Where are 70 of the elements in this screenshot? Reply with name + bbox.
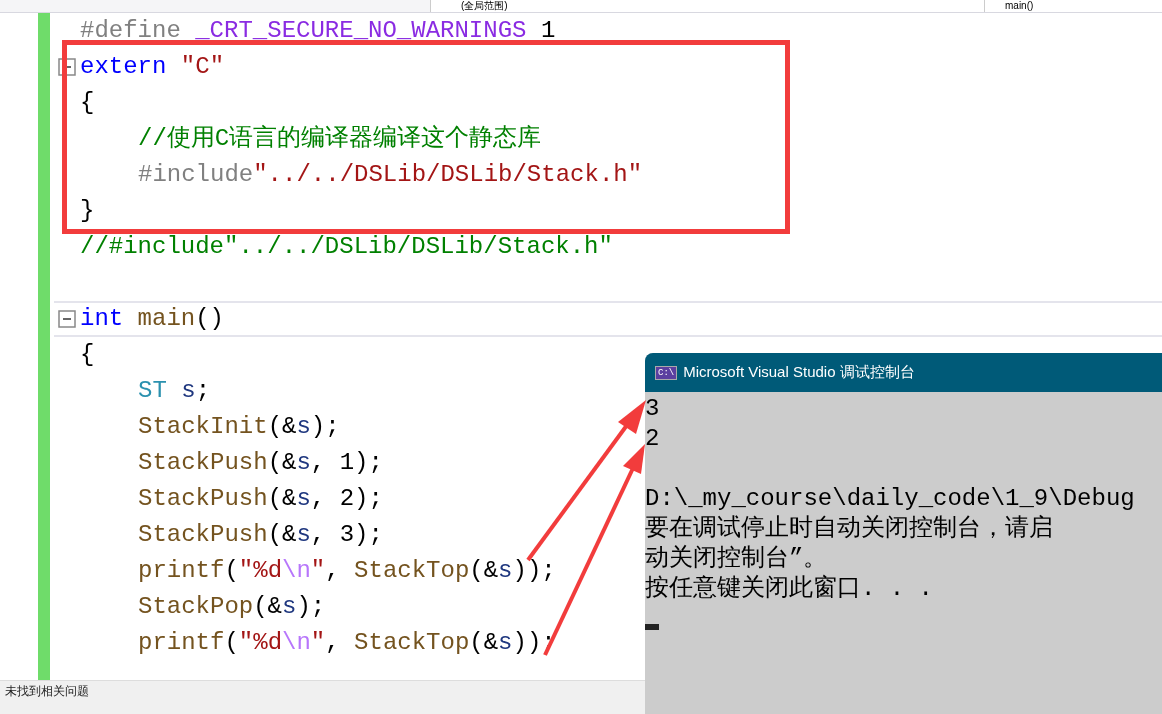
- code-token: //使用C语言的编译器编译这个静态库: [138, 124, 542, 154]
- code-token: }: [80, 196, 95, 226]
- code-token: \n: [282, 628, 311, 658]
- code-token: (&: [469, 628, 499, 658]
- code-token: ;: [195, 376, 211, 406]
- code-token: s: [296, 448, 311, 478]
- collapse-icon[interactable]: [58, 310, 76, 328]
- code-token: (: [224, 556, 239, 586]
- status-message: 未找到相关问题: [4, 683, 89, 700]
- code-token: int: [80, 304, 125, 334]
- scope-dropdown[interactable]: (全局范围): [430, 0, 985, 12]
- code-token: "../../DSLib/DSLib/Stack.h": [253, 160, 643, 190]
- code-token: //#include"../../DSLib/DSLib/Stack.h": [80, 232, 613, 262]
- code-token: printf: [138, 556, 225, 586]
- code-token: "%d: [238, 556, 283, 586]
- code-token: {: [80, 340, 95, 370]
- code-token: "%d: [238, 628, 283, 658]
- code-token: (&: [267, 484, 297, 514]
- code-token: s: [296, 412, 311, 442]
- code-token: s: [296, 520, 311, 550]
- code-token: s: [282, 592, 297, 622]
- console-line: 3: [645, 394, 660, 424]
- code-token: ));: [512, 556, 556, 586]
- code-token: (&: [253, 592, 283, 622]
- text-cursor: [645, 624, 659, 630]
- code-token: (&: [469, 556, 499, 586]
- code-token: ,: [325, 628, 341, 658]
- console-line: 按任意键关闭此窗口. . .: [645, 574, 933, 604]
- code-token: _CRT_SECURE_NO_WARNINGS: [195, 16, 527, 46]
- code-token: s: [296, 484, 311, 514]
- code-token: StackInit: [138, 412, 268, 442]
- code-token: \n: [282, 556, 311, 586]
- console-app-icon: C:\: [655, 365, 678, 380]
- code-token: extern: [80, 52, 168, 82]
- code-token: #include: [138, 160, 254, 190]
- code-token: ": [310, 628, 326, 658]
- code-token: "C": [180, 52, 225, 82]
- code-token: s: [498, 628, 513, 658]
- code-token: , 3);: [310, 520, 383, 550]
- code-token: s: [180, 376, 196, 406]
- code-token: #define: [80, 16, 182, 46]
- console-line: 动关闭控制台”。: [645, 544, 828, 574]
- code-token: s: [498, 556, 513, 586]
- code-token: (: [224, 628, 239, 658]
- console-title: Microsoft Visual Studio 调试控制台: [683, 362, 915, 383]
- code-token: );: [296, 592, 326, 622]
- console-line: 2: [645, 424, 660, 454]
- console-line: 要在调试停止时自动关闭控制台，请启: [645, 514, 1053, 544]
- code-token: StackTop: [354, 556, 470, 586]
- code-token: (&: [267, 412, 297, 442]
- code-token: StackPush: [138, 520, 268, 550]
- code-token: {: [80, 88, 95, 118]
- code-token: ": [310, 556, 326, 586]
- code-token: 1: [539, 16, 556, 46]
- code-token: StackPush: [138, 484, 268, 514]
- code-token: StackTop: [354, 628, 470, 658]
- code-token: (): [195, 304, 225, 334]
- code-token: ST: [138, 376, 167, 406]
- console-line: D:\_my_course\daily_code\1_9\Debug: [645, 484, 1135, 514]
- code-token: main: [137, 304, 196, 334]
- code-token: (&: [267, 520, 297, 550]
- code-token: );: [310, 412, 340, 442]
- code-token: StackPush: [138, 448, 268, 478]
- code-token: , 2);: [310, 484, 383, 514]
- code-token: StackPop: [138, 592, 254, 622]
- code-token: ,: [325, 556, 341, 586]
- code-token: printf: [138, 628, 225, 658]
- member-dropdown[interactable]: main(): [985, 0, 1162, 12]
- code-token: , 1);: [310, 448, 383, 478]
- code-token: (&: [267, 448, 297, 478]
